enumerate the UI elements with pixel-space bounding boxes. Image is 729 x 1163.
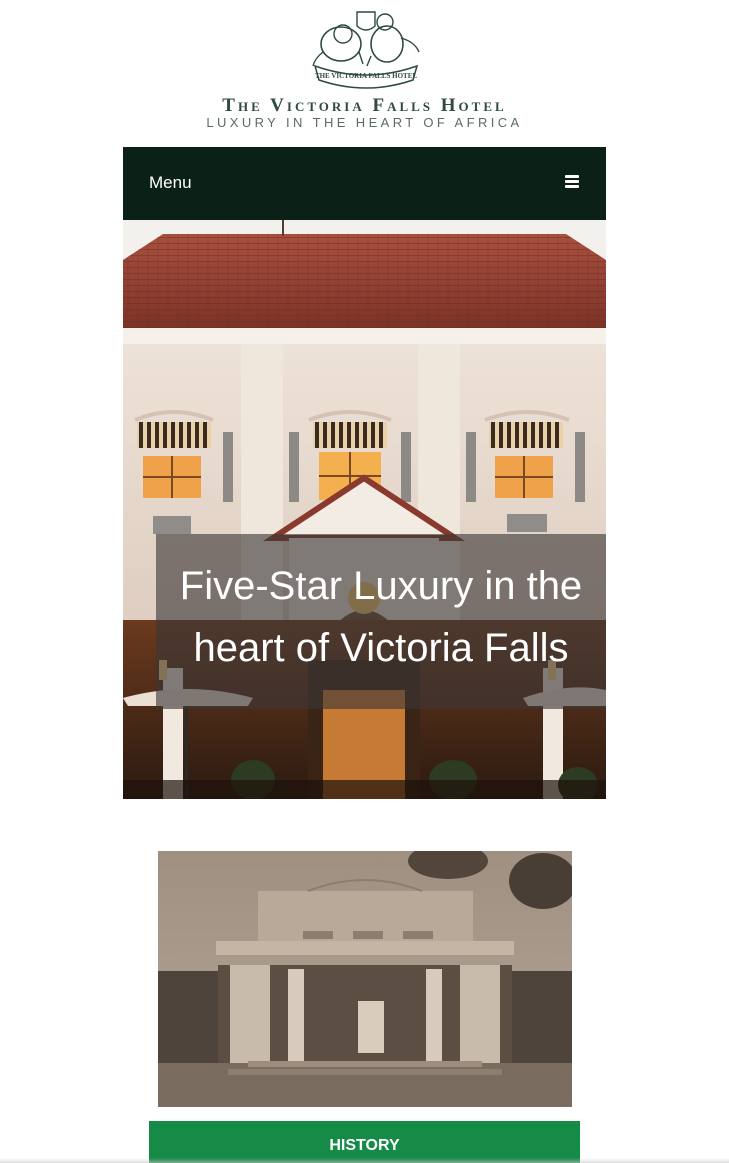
history-photo[interactable] bbox=[158, 851, 572, 1107]
emblem-text: THE VICTORIA FALLS HOTEL bbox=[315, 72, 417, 80]
page: THE VICTORIA FALLS HOTEL The Victoria Fa… bbox=[0, 0, 729, 1163]
historic-hotel-image bbox=[158, 851, 572, 1107]
main-navbar: Menu bbox=[123, 147, 606, 220]
logo-tagline: LUXURY IN THE HEART OF AFRICA bbox=[206, 115, 523, 130]
hero-banner: Five-Star Luxury in the heart of Victori… bbox=[123, 220, 606, 799]
history-button[interactable]: HISTORY bbox=[149, 1121, 580, 1163]
hotel-emblem-icon: THE VICTORIA FALLS HOTEL bbox=[312, 11, 420, 89]
menu-label[interactable]: Menu bbox=[149, 173, 192, 193]
hotel-facade-image bbox=[123, 220, 606, 799]
logo-title: The Victoria Falls Hotel bbox=[222, 95, 507, 116]
hero-caption-line-1: Five-Star Luxury in the bbox=[179, 564, 583, 608]
site-logo[interactable]: THE VICTORIA FALLS HOTEL The Victoria Fa… bbox=[0, 0, 729, 140]
hamburger-icon[interactable] bbox=[565, 175, 579, 189]
bottom-shadow bbox=[0, 1158, 729, 1163]
hero-caption-line-2: heart of Victoria Falls bbox=[193, 626, 569, 670]
hero-caption: Five-Star Luxury in the heart of Victori… bbox=[156, 534, 606, 709]
